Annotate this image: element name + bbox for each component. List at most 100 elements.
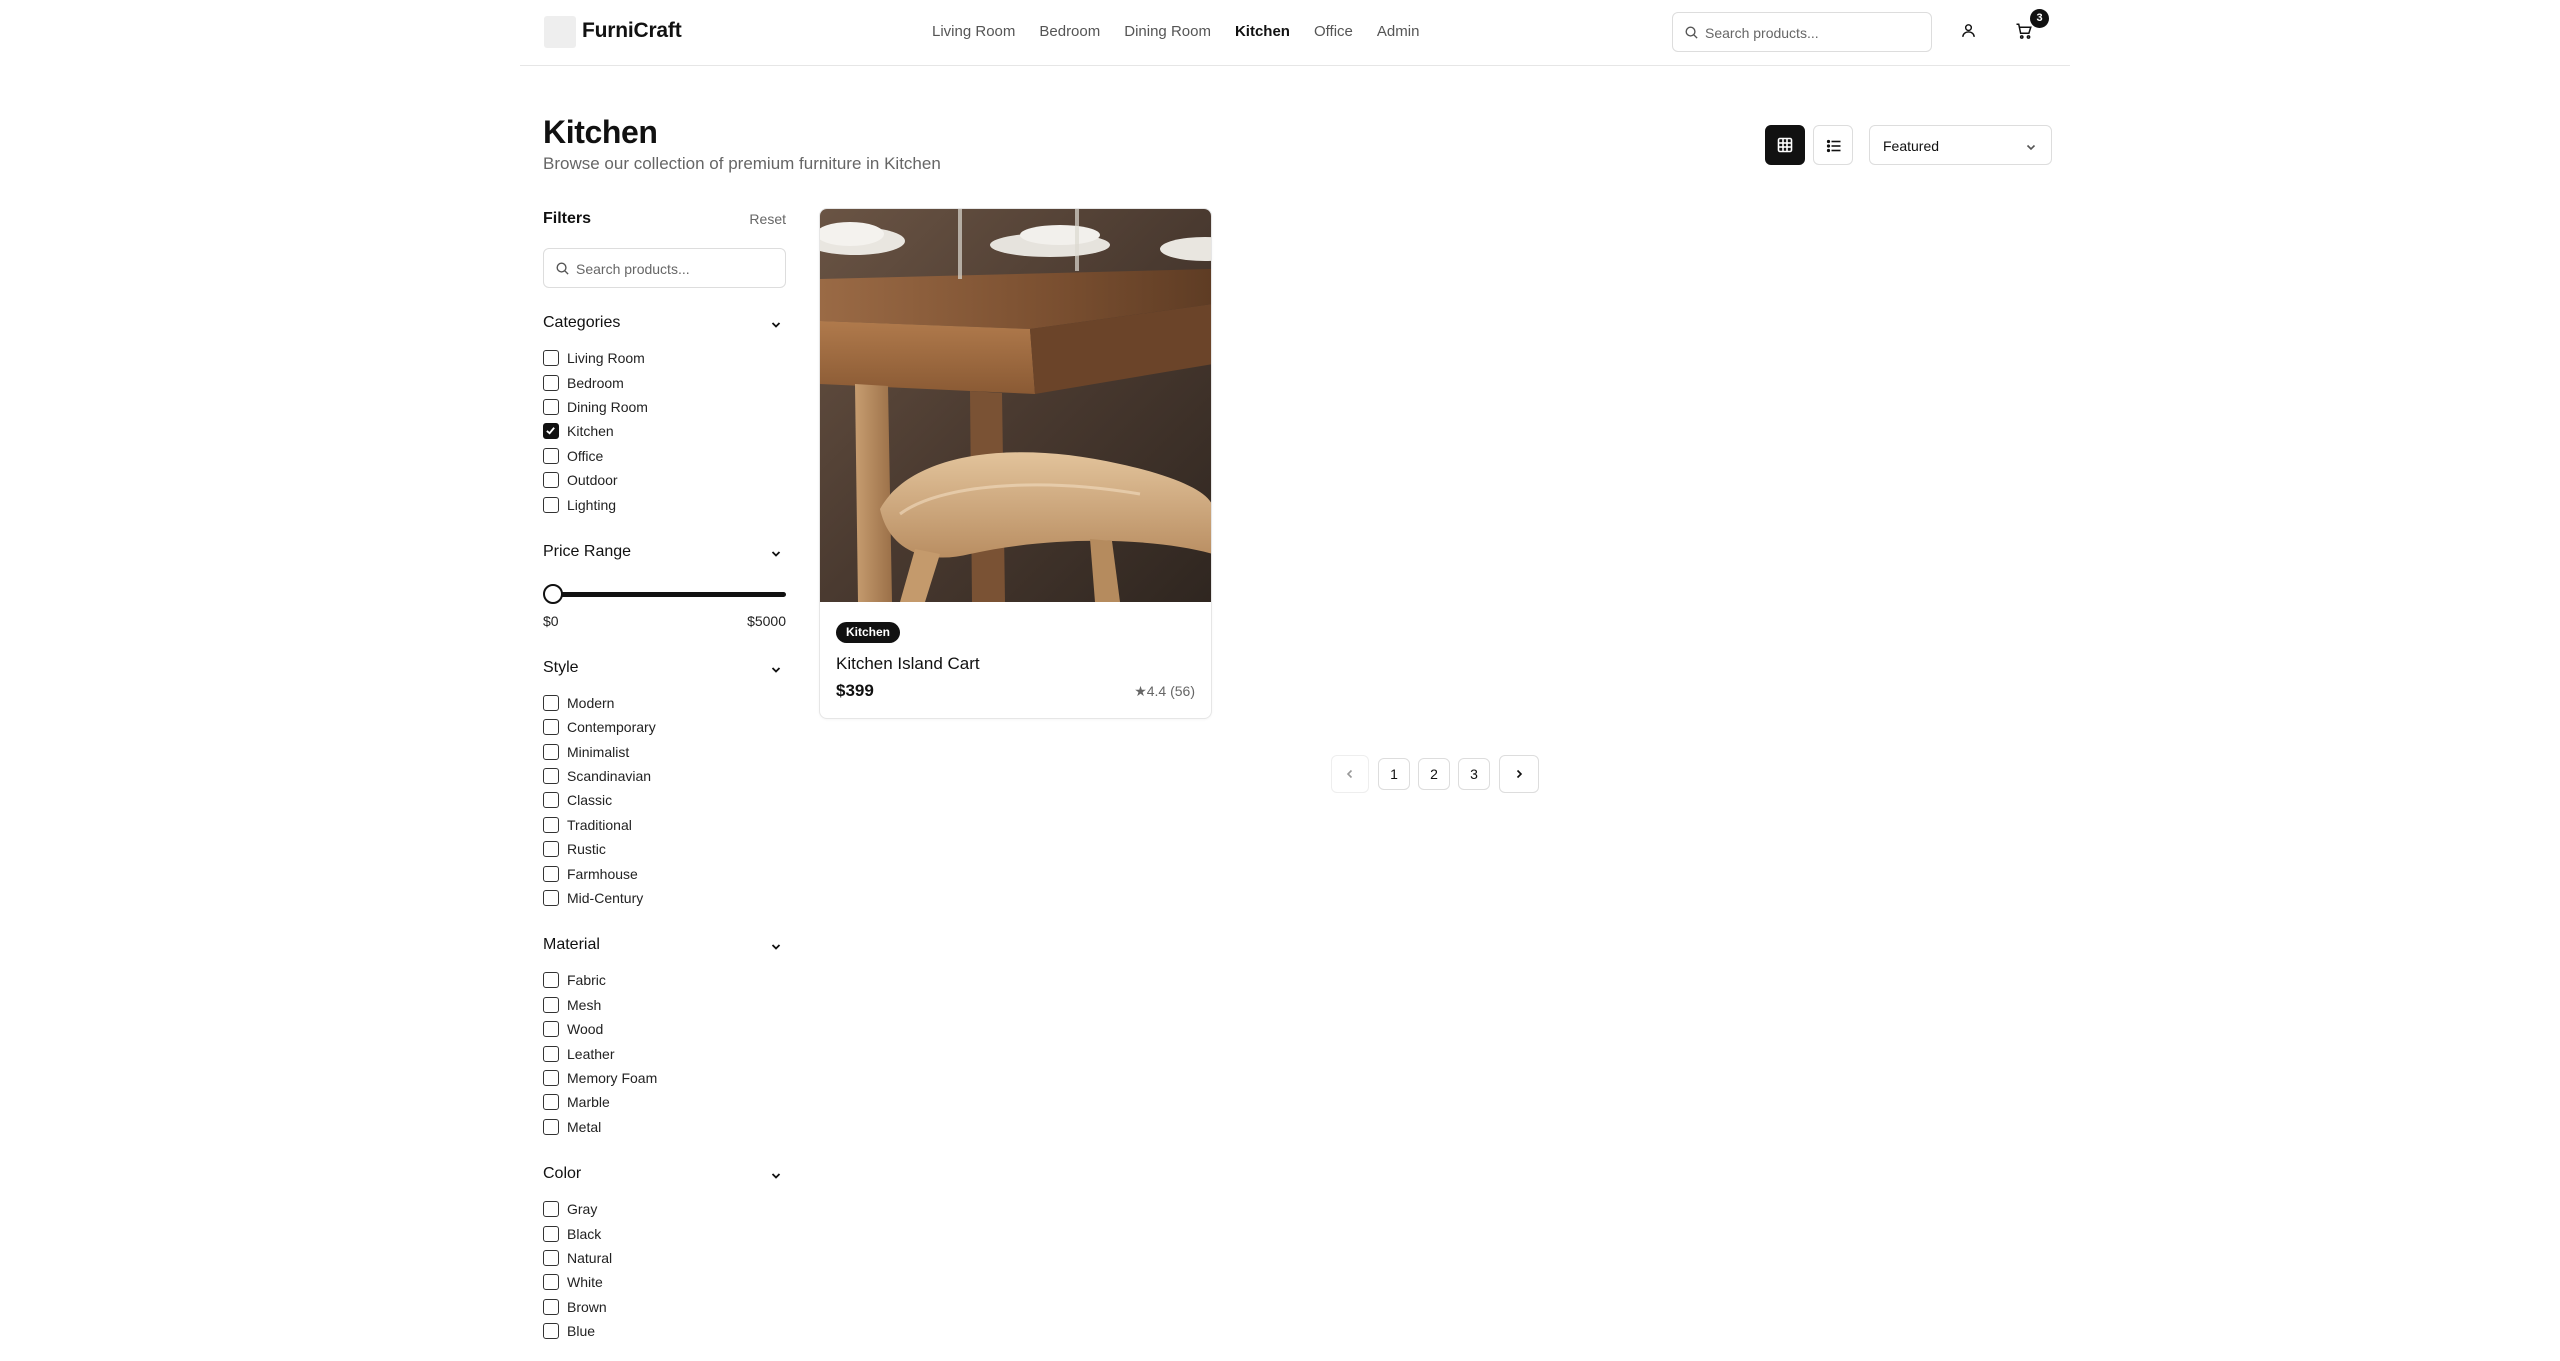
product-image[interactable] xyxy=(820,209,1212,602)
filter-option-label: Outdoor xyxy=(567,472,618,489)
prev-page-button[interactable] xyxy=(1331,755,1369,793)
filter-option[interactable]: Wood xyxy=(543,1017,786,1041)
slider-thumb[interactable] xyxy=(543,583,563,604)
nav-living-room[interactable]: Living Room xyxy=(932,23,1015,40)
product-category-badge: Kitchen xyxy=(836,622,901,643)
filter-option[interactable]: Marble xyxy=(543,1090,786,1114)
page-1-button[interactable]: 1 xyxy=(1378,758,1410,790)
checkbox[interactable] xyxy=(543,865,559,882)
sidebar-search-box[interactable] xyxy=(543,248,786,288)
price-range-toggle[interactable]: Price Range xyxy=(543,541,786,565)
filter-option[interactable]: Brown xyxy=(543,1295,786,1319)
checkbox[interactable] xyxy=(543,792,559,809)
filter-option[interactable]: Lighting xyxy=(543,492,786,516)
list-view-button[interactable] xyxy=(1813,125,1853,165)
checkbox[interactable] xyxy=(543,423,559,440)
nav-admin[interactable]: Admin xyxy=(1377,23,1420,40)
filter-option[interactable]: White xyxy=(543,1270,786,1294)
filter-option[interactable]: Kitchen xyxy=(543,419,786,443)
filter-option[interactable]: Memory Foam xyxy=(543,1066,786,1090)
filter-option[interactable]: Contemporary xyxy=(543,715,786,739)
checkbox[interactable] xyxy=(543,1021,559,1038)
filter-option[interactable]: Metal xyxy=(543,1115,786,1139)
filter-option[interactable]: Scandinavian xyxy=(543,764,786,788)
filter-option[interactable]: Natural xyxy=(543,1246,786,1270)
logo-text[interactable]: FurniCraft xyxy=(582,19,682,43)
filter-option[interactable]: Gray xyxy=(543,1197,786,1221)
filter-option-label: Mesh xyxy=(567,996,602,1013)
header-search-input[interactable] xyxy=(1705,22,1920,44)
filter-option[interactable]: Mesh xyxy=(543,993,786,1017)
checkbox[interactable] xyxy=(543,447,559,464)
filter-option[interactable]: Mid-Century xyxy=(543,886,786,910)
checkbox[interactable] xyxy=(543,1045,559,1062)
filter-option[interactable]: Outdoor xyxy=(543,468,786,492)
checkbox[interactable] xyxy=(543,1118,559,1135)
filter-option[interactable]: Leather xyxy=(543,1041,786,1065)
filter-option[interactable]: Black xyxy=(543,1221,786,1245)
checkbox[interactable] xyxy=(543,1274,559,1291)
filter-option[interactable]: Fabric xyxy=(543,968,786,992)
checkbox[interactable] xyxy=(543,743,559,760)
filter-option[interactable]: Traditional xyxy=(543,813,786,837)
categories-section: Categories Living Room Bedroom Dining Room… xyxy=(543,312,786,517)
checkbox[interactable] xyxy=(543,1094,559,1111)
checkbox[interactable] xyxy=(543,890,559,907)
checkbox[interactable] xyxy=(543,1298,559,1315)
reset-filters-button[interactable]: Reset xyxy=(749,211,786,227)
checkbox[interactable] xyxy=(543,1201,559,1218)
header-search-box[interactable] xyxy=(1672,12,1932,52)
filter-option[interactable]: Classic xyxy=(543,788,786,812)
checkbox[interactable] xyxy=(543,374,559,391)
checkbox[interactable] xyxy=(543,1323,559,1340)
nav-bedroom[interactable]: Bedroom xyxy=(1039,23,1100,40)
nav-dining-room[interactable]: Dining Room xyxy=(1124,23,1211,40)
checkbox[interactable] xyxy=(543,694,559,711)
filter-option[interactable]: Bedroom xyxy=(543,370,786,394)
checkbox[interactable] xyxy=(543,996,559,1013)
product-rating: ★4.4 (56) xyxy=(1134,683,1195,699)
nav-kitchen[interactable]: Kitchen xyxy=(1235,23,1290,40)
user-icon[interactable] xyxy=(1960,22,1977,39)
checkbox[interactable] xyxy=(543,972,559,989)
grid-view-button[interactable] xyxy=(1765,125,1805,165)
checkbox[interactable] xyxy=(543,350,559,367)
filter-option-label: Living Room xyxy=(567,350,645,367)
cart-icon[interactable] xyxy=(2015,22,2033,40)
checkbox[interactable] xyxy=(543,1249,559,1266)
color-toggle[interactable]: Color xyxy=(543,1163,786,1187)
product-card[interactable]: Kitchen Kitchen Island Cart $399 ★4.4 (5… xyxy=(819,208,1212,719)
checkbox[interactable] xyxy=(543,496,559,513)
filter-option-label: Fabric xyxy=(567,972,606,989)
checkbox[interactable] xyxy=(543,816,559,833)
filter-option[interactable]: Office xyxy=(543,444,786,468)
checkbox[interactable] xyxy=(543,472,559,489)
price-range-slider[interactable] xyxy=(543,583,786,605)
style-toggle[interactable]: Style xyxy=(543,657,786,681)
product-name[interactable]: Kitchen Island Cart xyxy=(836,654,980,674)
nav-office[interactable]: Office xyxy=(1314,23,1353,40)
checkbox[interactable] xyxy=(543,1070,559,1086)
slider-track[interactable] xyxy=(549,591,786,597)
filter-option[interactable]: Minimalist xyxy=(543,740,786,764)
sidebar-search-input[interactable] xyxy=(576,258,776,280)
filter-option[interactable]: Rustic xyxy=(543,837,786,861)
next-page-button[interactable] xyxy=(1499,755,1539,793)
filter-option[interactable]: Blue xyxy=(543,1319,786,1343)
filter-option[interactable]: Farmhouse xyxy=(543,861,786,885)
logo-icon[interactable] xyxy=(544,16,576,48)
checkbox[interactable] xyxy=(543,398,559,415)
checkbox[interactable] xyxy=(543,768,559,785)
categories-toggle[interactable]: Categories xyxy=(543,312,786,336)
check-icon xyxy=(546,427,555,435)
checkbox[interactable] xyxy=(543,841,559,858)
checkbox[interactable] xyxy=(543,1225,559,1242)
sort-select[interactable]: Featured xyxy=(1869,125,2052,165)
filter-option[interactable]: Modern xyxy=(543,691,786,715)
page-2-button[interactable]: 2 xyxy=(1418,758,1450,790)
filter-option[interactable]: Living Room xyxy=(543,346,786,370)
checkbox[interactable] xyxy=(543,719,559,736)
page-3-button[interactable]: 3 xyxy=(1458,758,1490,790)
filter-option[interactable]: Dining Room xyxy=(543,395,786,419)
material-toggle[interactable]: Material xyxy=(543,934,786,958)
